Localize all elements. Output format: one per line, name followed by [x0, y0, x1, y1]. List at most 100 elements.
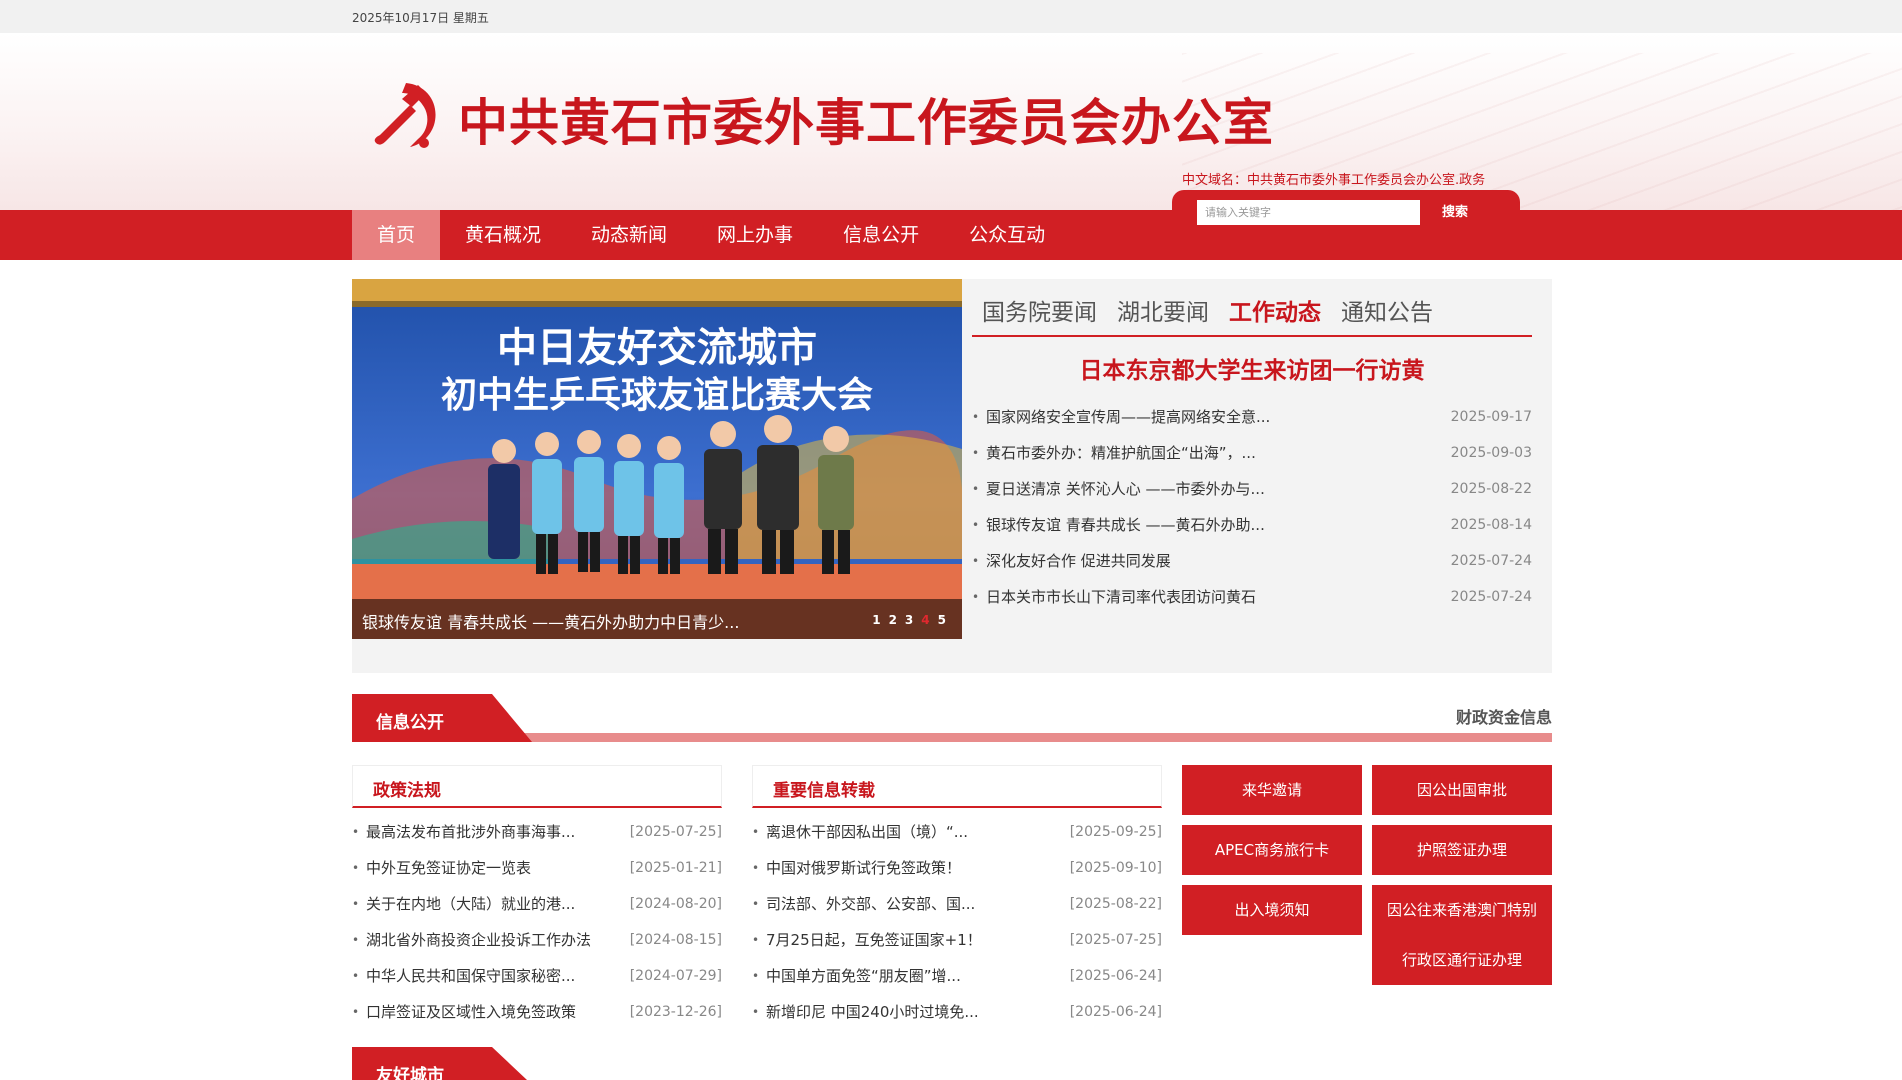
list-item-date: [2025-08-22]	[1069, 896, 1162, 912]
news-item-title[interactable]: 夏日送清凉 关怀沁人心 ——市委外办与...	[986, 471, 1265, 507]
list-item-date: [2025-06-24]	[1069, 968, 1162, 984]
news-item-title[interactable]: 深化友好合作 促进共同发展	[986, 543, 1171, 579]
list-item-date: [2024-08-15]	[629, 932, 722, 948]
hk-macao-permit-button[interactable]: 因公往来香港澳门特别 行政区通行证办理	[1372, 885, 1552, 985]
news-area: 中日友好交流城市 初中生乒乓球友谊比赛大会 银球传友谊 青春共成长 ——黄石外办…	[352, 279, 1552, 673]
list-item-title[interactable]: 离退休干部因私出国（境）“...	[766, 814, 968, 850]
slider-dot-1[interactable]: 1	[872, 613, 880, 627]
news-item[interactable]: • 夏日送清凉 关怀沁人心 ——市委外办与... 2025-08-22	[972, 471, 1532, 507]
search-input[interactable]	[1197, 200, 1420, 225]
list-item-title[interactable]: 最高法发布首批涉外商事海事...	[366, 814, 575, 850]
list-item[interactable]: • 湖北省外商投资企业投诉工作办法 [2024-08-15]	[352, 922, 722, 958]
party-emblem-icon	[374, 83, 436, 148]
exit-entry-notice-button[interactable]: 出入境须知	[1182, 885, 1362, 935]
news-item-title[interactable]: 银球传友谊 青春共成长 ——黄石外办助...	[986, 507, 1265, 543]
photo-slider[interactable]: 中日友好交流城市 初中生乒乓球友谊比赛大会 银球传友谊 青春共成长 ——黄石外办…	[352, 279, 962, 639]
section-divider	[352, 733, 1552, 742]
news-item-date: 2025-07-24	[1450, 553, 1532, 569]
current-date: 2025年10月17日 星期五	[352, 11, 489, 25]
news-item-title[interactable]: 日本关市市长山下清司率代表团访问黄石	[986, 579, 1256, 615]
nav-item-info-disclosure[interactable]: 信息公开	[818, 210, 944, 260]
news-item-title[interactable]: 黄石市委外办：精准护航国企“出海”，...	[986, 435, 1256, 471]
search-button[interactable]: 搜索	[1430, 200, 1480, 225]
list-item[interactable]: • 离退休干部因私出国（境）“... [2025-09-25]	[752, 814, 1162, 850]
bullet-icon: •	[752, 933, 760, 947]
list-item[interactable]: • 司法部、外交部、公安部、国... [2025-08-22]	[752, 886, 1162, 922]
slider-caption: 银球传友谊 青春共成长 ——黄石外办助力中日青少... 1 2 3 4 5	[352, 599, 962, 639]
tab-notices[interactable]: 通知公告	[1341, 293, 1433, 335]
forward-header: 重要信息转载	[752, 765, 1162, 808]
list-item[interactable]: • 新增印尼 中国240小时过境免... [2025-06-24]	[752, 994, 1162, 1030]
nav-item-news[interactable]: 动态新闻	[566, 210, 692, 260]
button-label: 因公出国审批	[1416, 781, 1507, 799]
list-item[interactable]: • 关于在内地（大陆）就业的港... [2024-08-20]	[352, 886, 722, 922]
news-item[interactable]: • 日本关市市长山下清司率代表团访问黄石 2025-07-24	[972, 579, 1532, 615]
list-item[interactable]: • 中外互免签证协定一览表 [2025-01-21]	[352, 850, 722, 886]
news-headline[interactable]: 日本东京都大学生来访团一行访黄	[972, 351, 1532, 385]
news-list: • 国家网络安全宣传周——提高网络安全意... 2025-09-17 • 黄石市委外办…	[972, 399, 1532, 615]
list-item-title[interactable]: 口岸签证及区域性入境免签政策	[366, 994, 576, 1030]
forward-title[interactable]: 重要信息转载	[773, 781, 875, 801]
bullet-icon: •	[972, 410, 980, 424]
slider-dot-3[interactable]: 3	[905, 613, 913, 627]
tab-state-council[interactable]: 国务院要闻	[982, 293, 1097, 335]
tab-work-updates[interactable]: 工作动态	[1229, 293, 1321, 335]
list-item[interactable]: • 中华人民共和国保守国家秘密... [2024-07-29]	[352, 958, 722, 994]
list-item-title[interactable]: 关于在内地（大陆）就业的港...	[366, 886, 575, 922]
nav-item-overview[interactable]: 黄石概况	[440, 210, 566, 260]
invite-to-china-button[interactable]: 来华邀请	[1182, 765, 1362, 815]
list-item-title[interactable]: 新增印尼 中国240小时过境免...	[766, 994, 979, 1030]
tab-hubei-news[interactable]: 湖北要闻	[1117, 293, 1209, 335]
slider-dots: 1 2 3 4 5	[872, 613, 946, 627]
news-item-date: 2025-08-22	[1450, 481, 1532, 497]
nav-item-home[interactable]: 首页	[352, 210, 441, 260]
list-item-title[interactable]: 中外互免签证协定一览表	[366, 850, 531, 886]
list-item-title[interactable]: 中华人民共和国保守国家秘密...	[366, 958, 575, 994]
news-item-date: 2025-09-17	[1450, 409, 1532, 425]
list-item-date: [2025-07-25]	[629, 824, 722, 840]
search-box: 搜索	[1172, 190, 1520, 230]
forward-list: • 离退休干部因私出国（境）“... [2025-09-25] • 中国对俄罗斯试行免…	[752, 814, 1162, 1030]
list-item-title[interactable]: 司法部、外交部、公安部、国...	[766, 886, 975, 922]
list-item-title[interactable]: 中国对俄罗斯试行免签政策！	[766, 850, 961, 886]
news-tabs: 国务院要闻 湖北要闻 工作动态 通知公告	[972, 293, 1532, 337]
news-item-date: 2025-08-14	[1450, 517, 1532, 533]
list-item-date: [2025-09-10]	[1069, 860, 1162, 876]
bullet-icon: •	[972, 554, 980, 568]
main-nav: 首页 黄石概况 动态新闻 网上办事 信息公开 公众互动	[352, 210, 1070, 260]
slider-dot-4[interactable]: 4	[921, 613, 929, 627]
slider-dot-2[interactable]: 2	[889, 613, 897, 627]
section-title: 信息公开	[376, 713, 444, 733]
button-label: 出入境须知	[1234, 901, 1310, 919]
passport-visa-button[interactable]: 护照签证办理	[1372, 825, 1552, 875]
list-item-date: [2025-06-24]	[1069, 1004, 1162, 1020]
list-item[interactable]: • 口岸签证及区域性入境免签政策 [2023-12-26]	[352, 994, 722, 1030]
list-item-title[interactable]: 湖北省外商投资企业投诉工作办法	[366, 922, 591, 958]
apec-card-button[interactable]: APEC商务旅行卡	[1182, 825, 1362, 875]
list-item[interactable]: • 最高法发布首批涉外商事海事... [2025-07-25]	[352, 814, 722, 850]
nav-item-public-interaction[interactable]: 公众互动	[944, 210, 1070, 260]
bullet-icon: •	[352, 1005, 360, 1019]
top-bar: 2025年10月17日 星期五	[0, 0, 1902, 33]
bullet-icon: •	[352, 933, 360, 947]
news-item-title[interactable]: 国家网络安全宣传周——提高网络安全意...	[986, 399, 1270, 435]
fiscal-info-link[interactable]: 财政资金信息	[1456, 704, 1552, 728]
button-label: 因公往来香港澳门特别	[1386, 901, 1537, 919]
section-title: 友好城市	[376, 1066, 444, 1080]
list-item[interactable]: • 中国单方面免签“朋友圈”增... [2025-06-24]	[752, 958, 1162, 994]
news-item[interactable]: • 深化友好合作 促进共同发展 2025-07-24	[972, 543, 1532, 579]
news-item[interactable]: • 银球传友谊 青春共成长 ——黄石外办助... 2025-08-14	[972, 507, 1532, 543]
list-item-title[interactable]: 中国单方面免签“朋友圈”增...	[766, 958, 961, 994]
list-item[interactable]: • 中国对俄罗斯试行免签政策！ [2025-09-10]	[752, 850, 1162, 886]
news-item[interactable]: • 黄石市委外办：精准护航国企“出海”，... 2025-09-03	[972, 435, 1532, 471]
slider-caption-text[interactable]: 银球传友谊 青春共成长 ——黄石外办助力中日青少...	[362, 609, 739, 633]
list-item[interactable]: • 7月25日起，互免签证国家+1！ [2025-07-25]	[752, 922, 1162, 958]
policy-title[interactable]: 政策法规	[373, 781, 441, 801]
banner-line-1: 中日友好交流城市	[497, 325, 817, 371]
news-item-date: 2025-09-03	[1450, 445, 1532, 461]
official-abroad-approval-button[interactable]: 因公出国审批	[1372, 765, 1552, 815]
news-item[interactable]: • 国家网络安全宣传周——提高网络安全意... 2025-09-17	[972, 399, 1532, 435]
nav-item-online-service[interactable]: 网上办事	[692, 210, 818, 260]
list-item-title[interactable]: 7月25日起，互免签证国家+1！	[766, 922, 982, 958]
slider-dot-5[interactable]: 5	[938, 613, 946, 627]
